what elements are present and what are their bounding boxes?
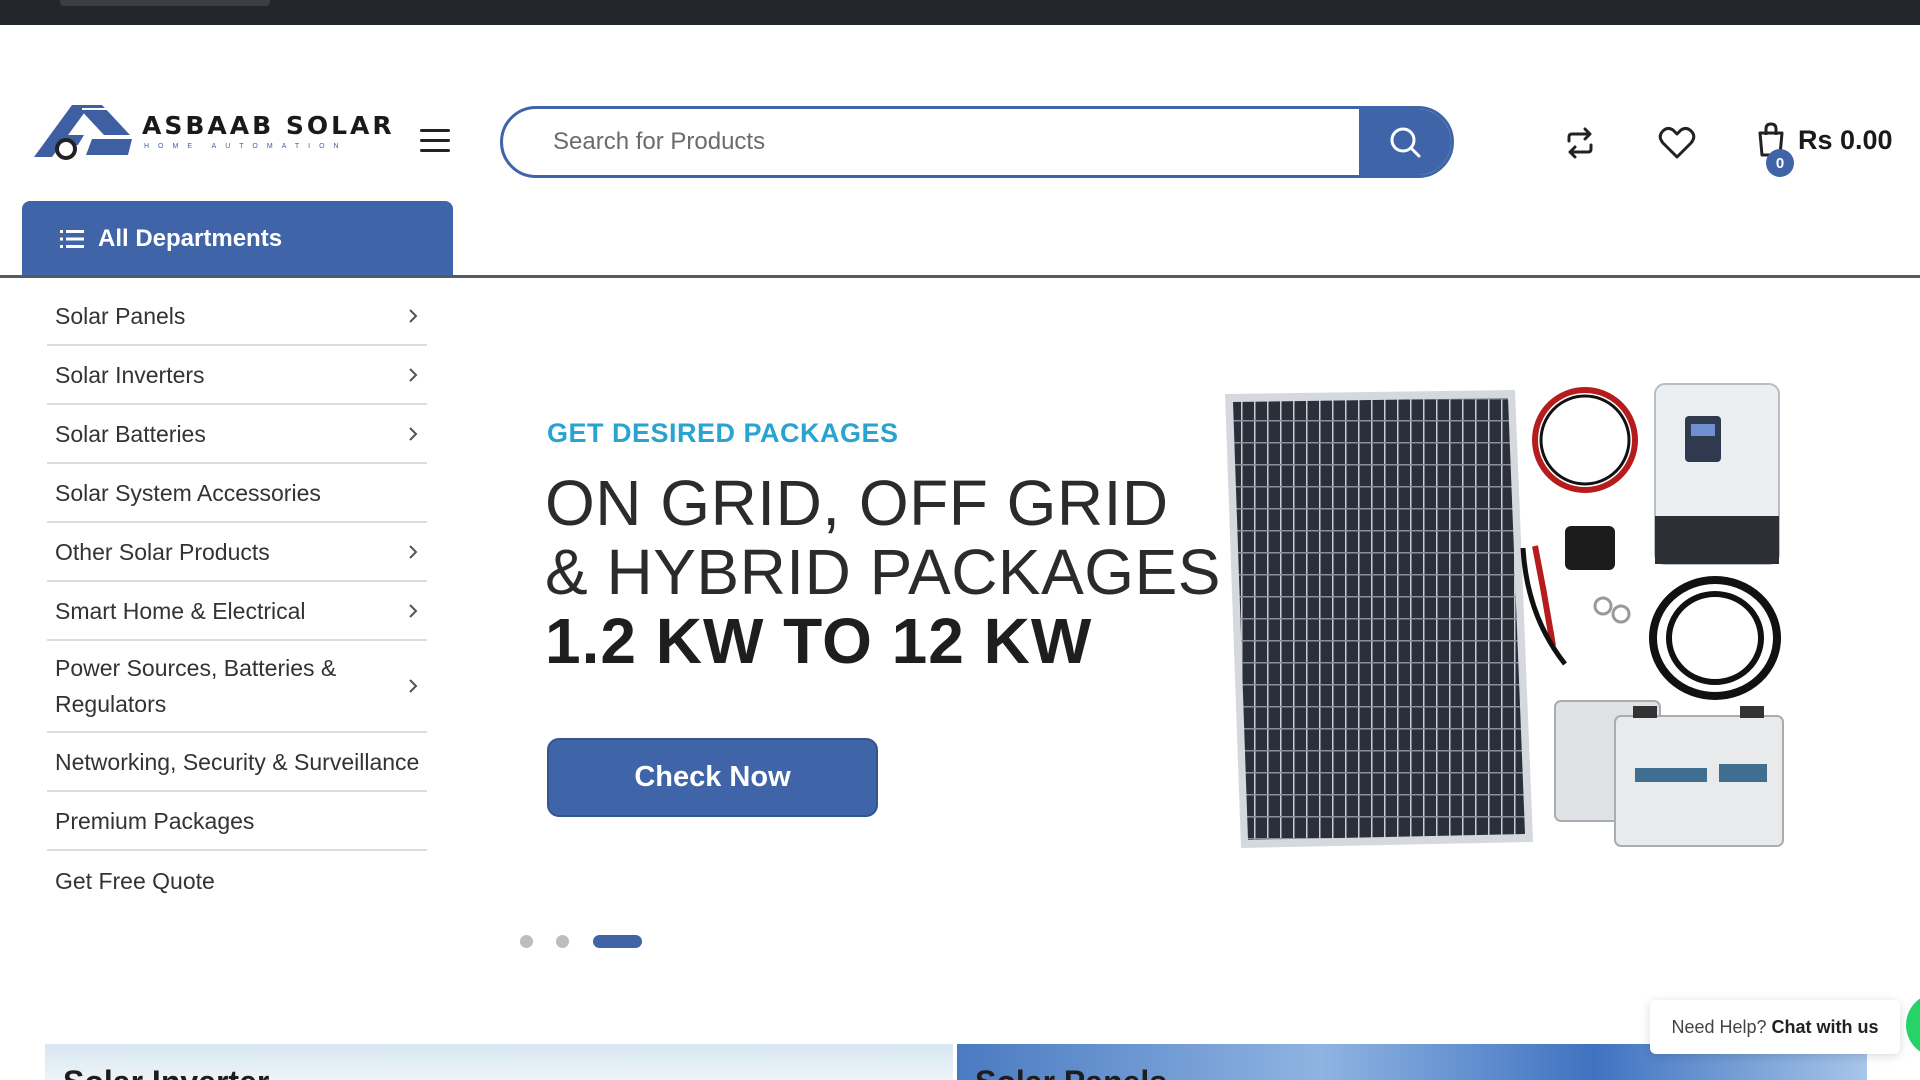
- dept-item-power-sources[interactable]: Power Sources, Batteries & Regulators: [47, 641, 427, 733]
- dept-item-solar-inverters[interactable]: Solar Inverters: [47, 346, 427, 405]
- hero-headline-line2: & HYBRID PACKAGES: [545, 536, 1221, 608]
- slide-dot-1[interactable]: [520, 935, 533, 948]
- departments-menu: Solar Panels Solar Inverters Solar Batte…: [47, 287, 427, 910]
- hero-tagline: GET DESIRED PACKAGES: [547, 418, 899, 448]
- dept-item-solar-batteries[interactable]: Solar Batteries: [47, 405, 427, 464]
- search-input[interactable]: [503, 109, 1361, 175]
- chevron-right-icon: [409, 679, 418, 693]
- browser-top-strip: [0, 0, 1920, 25]
- dept-item-label: Solar Inverters: [55, 361, 205, 388]
- chevron-right-icon: [409, 367, 418, 382]
- cart-total: Rs 0.00: [1798, 125, 1893, 155]
- search-bar: [500, 106, 1454, 178]
- logo-text: ASBAAB SOLAR: [142, 111, 395, 140]
- banner-title: Solar Inverter: [63, 1064, 269, 1080]
- logo-mark-icon: [34, 105, 132, 160]
- chevron-right-icon: [409, 426, 418, 441]
- solar-kit-image: [1225, 383, 1784, 848]
- slide-dot-3[interactable]: [593, 935, 642, 948]
- help-prefix: Need Help?: [1671, 1016, 1767, 1037]
- dept-item-smart-home[interactable]: Smart Home & Electrical: [47, 582, 427, 641]
- dept-item-solar-system-accessories[interactable]: Solar System Accessories: [47, 464, 427, 523]
- banner-title: Solar Panels: [975, 1064, 1167, 1080]
- all-departments-button[interactable]: All Departments: [22, 201, 453, 277]
- dept-item-label: Solar System Accessories: [55, 479, 321, 506]
- check-now-button[interactable]: Check Now: [547, 738, 878, 817]
- hero-headline-line1: ON GRID, OFF GRID: [545, 467, 1169, 539]
- chat-help-widget[interactable]: Need Help? Chat with us: [1650, 1000, 1900, 1054]
- menu-icon[interactable]: [420, 129, 450, 155]
- promo-banner-solar-inverter[interactable]: Solar Inverter: [45, 1044, 953, 1080]
- dept-item-label: Power Sources, Batteries & Regulators: [55, 655, 337, 717]
- dept-item-solar-panels[interactable]: Solar Panels: [47, 287, 427, 346]
- chevron-right-icon: [409, 308, 418, 323]
- cart-button[interactable]: 0 Rs 0.00: [1756, 121, 1906, 181]
- dept-item-other-solar-products[interactable]: Other Solar Products: [47, 523, 427, 582]
- nav-divider: [0, 275, 1920, 278]
- chat-link[interactable]: Chat with us: [1772, 1017, 1879, 1038]
- dept-item-label: Networking, Security & Surveillance: [55, 748, 420, 775]
- compare-icon[interactable]: [1562, 125, 1598, 161]
- site-header: ASBAAB SOLAR HOME AUTOMATION 0 Rs 0.00: [0, 25, 1920, 200]
- dept-item-label: Solar Batteries: [55, 420, 206, 447]
- browser-tab[interactable]: [60, 0, 270, 6]
- whatsapp-icon[interactable]: [1906, 993, 1920, 1057]
- site-logo[interactable]: ASBAAB SOLAR HOME AUTOMATION: [32, 91, 392, 171]
- search-icon: [1390, 127, 1421, 158]
- search-button[interactable]: [1359, 109, 1451, 175]
- all-departments-label: All Departments: [98, 225, 283, 252]
- dept-item-label: Solar Panels: [55, 302, 186, 329]
- slide-dot-2[interactable]: [556, 935, 569, 948]
- chevron-right-icon: [409, 603, 418, 618]
- dept-item-get-free-quote[interactable]: Get Free Quote: [47, 851, 427, 910]
- dept-item-label: Premium Packages: [55, 807, 255, 834]
- dept-item-label: Smart Home & Electrical: [55, 597, 306, 624]
- cart-count-badge: 0: [1766, 149, 1794, 177]
- dept-item-label: Get Free Quote: [55, 867, 215, 894]
- logo-tagline: HOME AUTOMATION: [144, 143, 348, 150]
- dept-item-premium-packages[interactable]: Premium Packages: [47, 792, 427, 851]
- hero-headline-line3: 1.2 KW TO 12 KW: [545, 605, 1093, 677]
- list-icon: [60, 230, 84, 248]
- dept-item-label: Other Solar Products: [55, 538, 270, 565]
- heart-icon[interactable]: [1658, 125, 1696, 161]
- chevron-right-icon: [409, 544, 418, 559]
- dept-item-networking[interactable]: Networking, Security & Surveillance: [47, 733, 427, 792]
